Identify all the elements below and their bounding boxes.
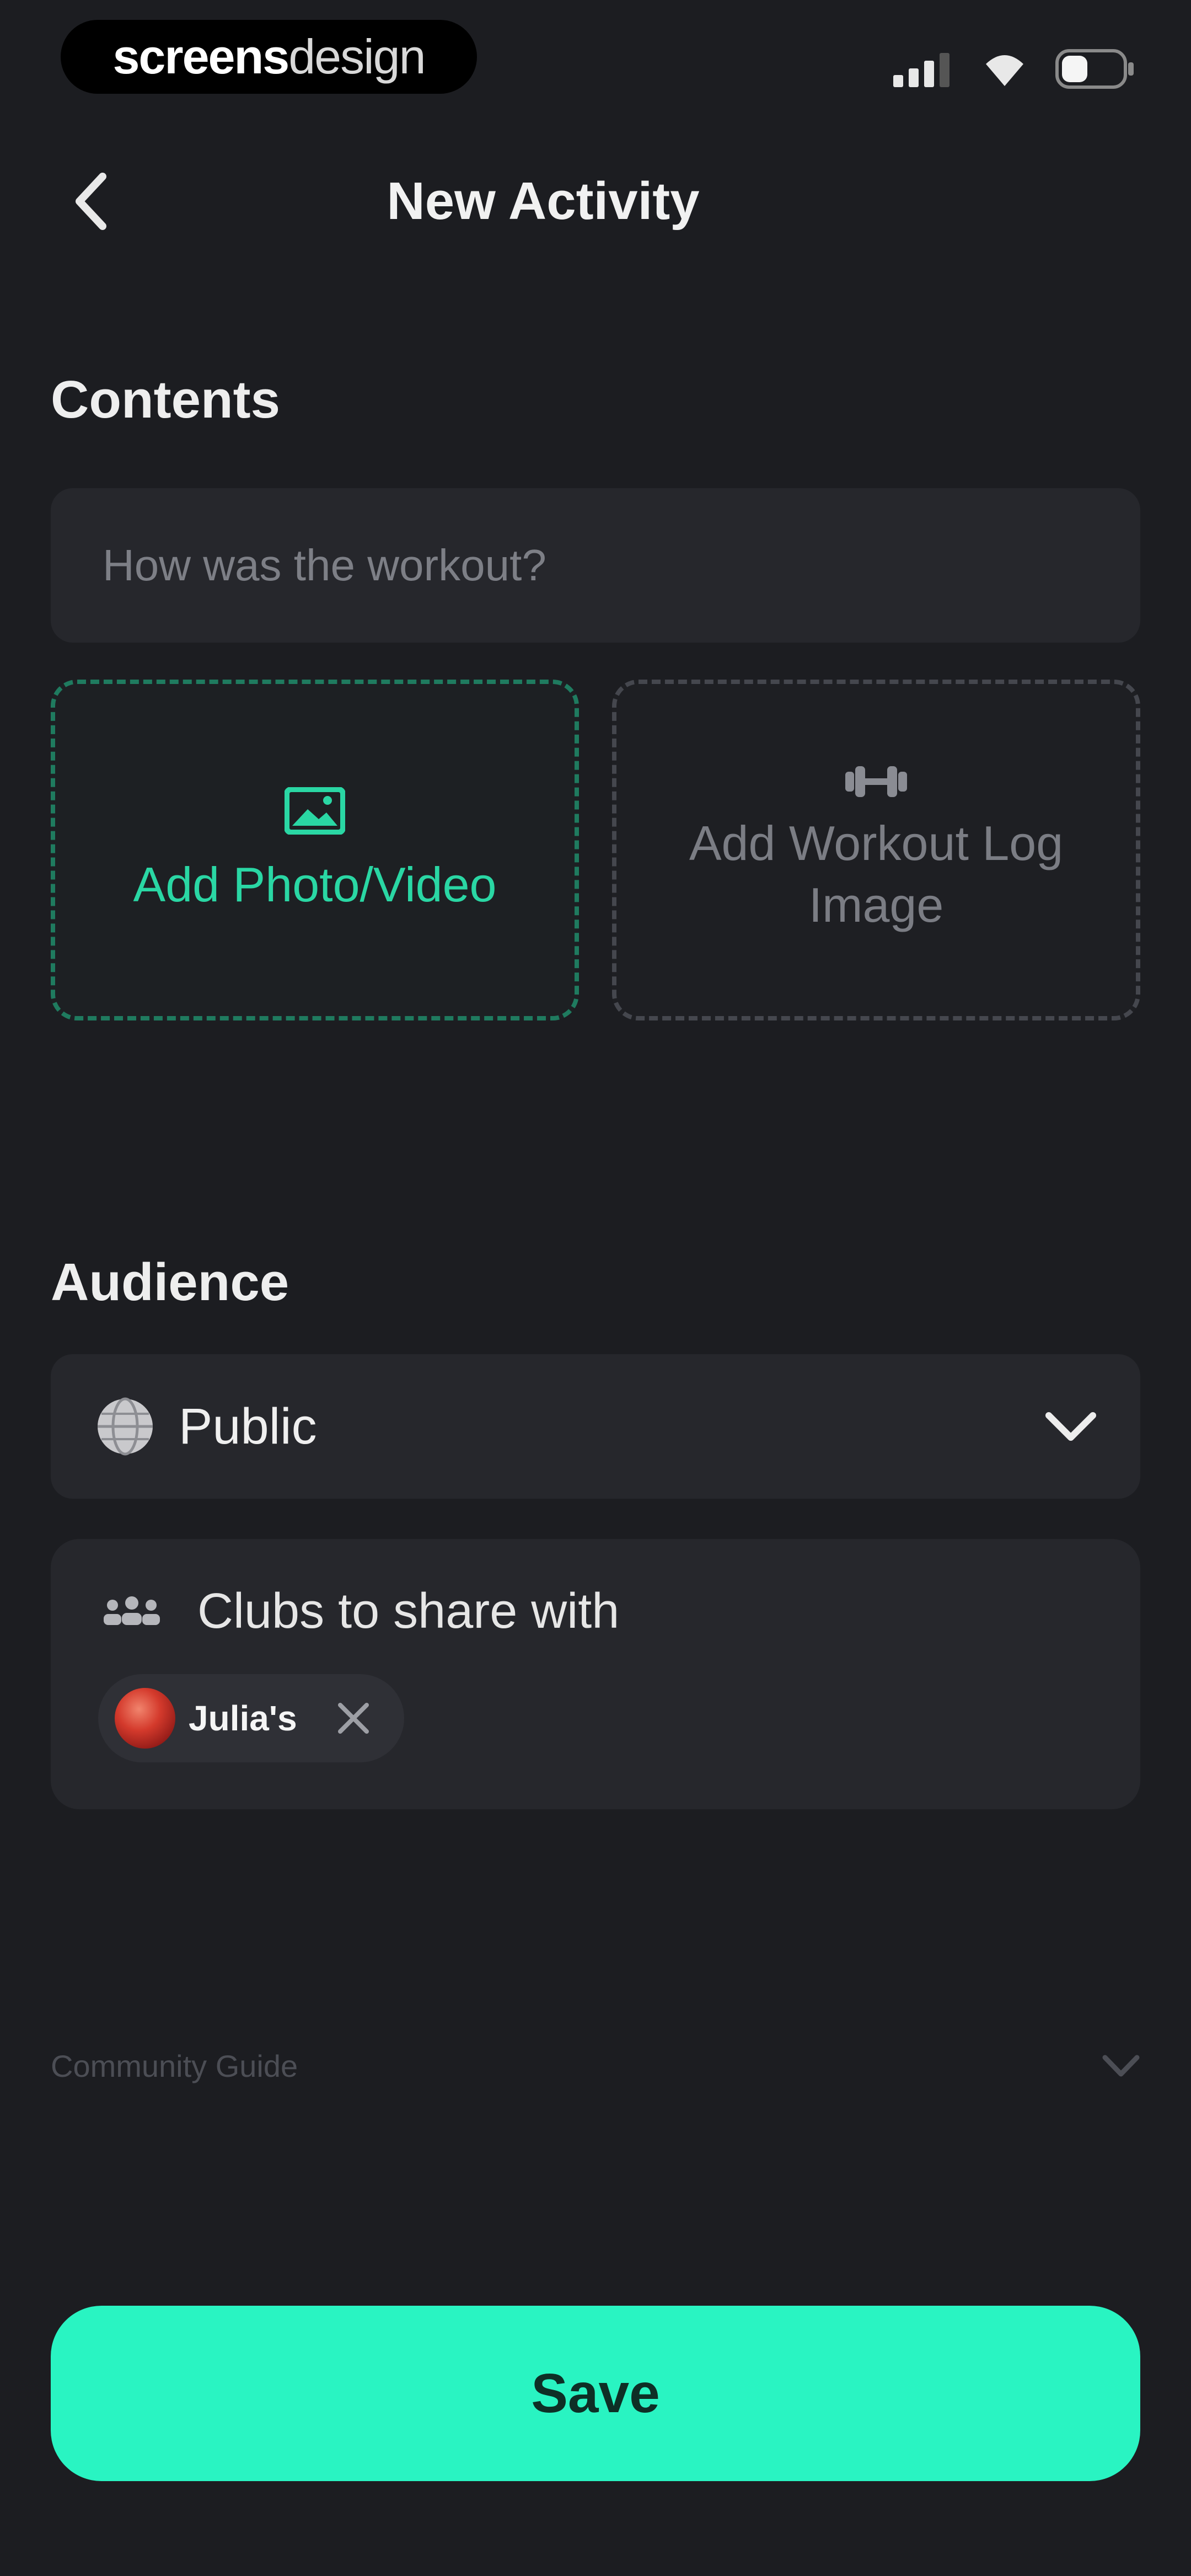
remove-club-button[interactable]: [336, 1701, 371, 1736]
close-icon: [337, 1703, 369, 1734]
brand-text-bold: screens: [112, 29, 289, 84]
status-icons: [893, 44, 1135, 94]
chevron-down-icon: [1045, 1412, 1096, 1441]
club-chip-name: Julia's: [189, 1698, 297, 1738]
contents-heading: Contents: [51, 370, 280, 429]
audience-heading: Audience: [51, 1253, 289, 1312]
clubs-share-panel: Clubs to share with Julia's: [51, 1539, 1140, 1809]
dumbbell-icon: [845, 766, 907, 797]
add-workout-log-label-line1: Add Workout Log: [689, 816, 1064, 870]
club-avatar: [115, 1688, 175, 1749]
chevron-down-icon: [1102, 2055, 1140, 2077]
wifi-icon: [986, 55, 1023, 86]
club-chip[interactable]: Julia's: [98, 1674, 404, 1762]
add-workout-log-label: Add Workout Log Image: [689, 813, 1063, 936]
community-guide-label: Community Guide: [51, 2048, 298, 2083]
add-workout-log-label-line2: Image: [808, 878, 944, 932]
add-photo-video-button[interactable]: Add Photo/Video: [51, 680, 579, 1020]
clubs-share-header[interactable]: Clubs to share with: [101, 1583, 619, 1640]
community-guide-toggle[interactable]: Community Guide: [51, 2035, 1140, 2096]
globe-icon: [98, 1397, 153, 1456]
workout-comment-input[interactable]: [101, 539, 1140, 591]
clubs-share-label: Clubs to share with: [197, 1584, 620, 1639]
audience-visibility-value: Public: [179, 1398, 317, 1455]
add-photo-video-label: Add Photo/Video: [133, 857, 497, 912]
add-workout-log-button[interactable]: Add Workout Log Image: [612, 680, 1140, 1020]
page-title: New Activity: [387, 172, 700, 231]
signal-icon: [893, 53, 949, 87]
workout-comment-field[interactable]: [51, 488, 1140, 643]
battery-icon: [1055, 49, 1134, 89]
save-button[interactable]: Save: [51, 2306, 1140, 2481]
audience-visibility-select[interactable]: Public: [51, 1354, 1140, 1499]
group-icon: [104, 1596, 160, 1625]
image-icon: [285, 787, 345, 835]
brand-text-light: design: [288, 29, 426, 84]
brand-logo: screens design: [61, 20, 477, 94]
